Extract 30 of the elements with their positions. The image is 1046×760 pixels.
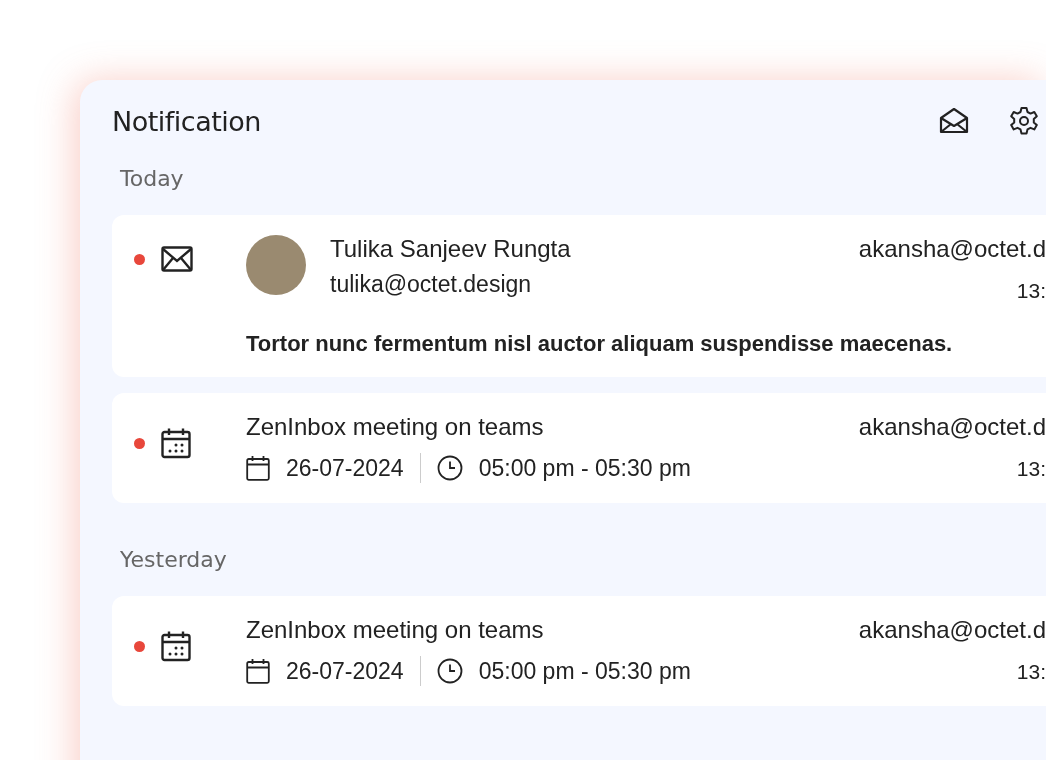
recipient-email: akansha@octet.d xyxy=(858,235,1046,263)
notification-time: 13: xyxy=(1016,660,1046,684)
meeting-time: 05:00 pm - 05:30 pm xyxy=(478,657,691,685)
notification-card[interactable]: Tulika Sanjeev Rungta tulika@octet.design akansha@octet.d 13: Tortor nunc fermentum nisl auctor aliquam suspendisse maecenas. xyxy=(112,215,1046,377)
meeting-title: ZenInbox meeting on teams xyxy=(246,413,545,441)
notification-card[interactable]: ZenInbox meeting on teams 26-07-2024 05:00 pm - 05:30 pm akansha@octet.d 13: xyxy=(112,596,1046,706)
calendar-icon xyxy=(246,658,270,684)
notification-card[interactable]: ZenInbox meeting on teams 26-07-2024 05:00 pm - 05:30 pm akansha@octet.d 13: xyxy=(112,393,1046,503)
envelope-icon xyxy=(161,246,193,272)
avatar xyxy=(246,235,306,295)
clock-icon xyxy=(436,658,463,684)
section-heading: Yesterday xyxy=(119,546,228,574)
calendar-icon xyxy=(161,630,191,662)
meeting-time: 05:00 pm - 05:30 pm xyxy=(478,454,691,482)
panel-title: Notification xyxy=(112,105,261,137)
recipient-email: akansha@octet.d xyxy=(858,413,1046,441)
message-text: Tortor nunc fermentum nisl auctor aliquam suspendisse maecenas. xyxy=(246,331,954,357)
recipient-email: akansha@octet.d xyxy=(858,616,1046,644)
notification-time: 13: xyxy=(1016,279,1046,303)
meeting-date: 26-07-2024 xyxy=(286,657,404,685)
sender-email: tulika@octet.design xyxy=(330,271,533,298)
settings-icon[interactable] xyxy=(1008,105,1040,137)
calendar-icon xyxy=(246,455,270,481)
calendar-icon xyxy=(161,427,191,459)
meeting-title: ZenInbox meeting on teams xyxy=(246,616,545,644)
clock-icon xyxy=(436,455,463,481)
section-heading: Today xyxy=(119,165,185,193)
meeting-date: 26-07-2024 xyxy=(286,454,404,482)
notification-time: 13: xyxy=(1016,457,1046,481)
sender-name: Tulika Sanjeev Rungta xyxy=(330,235,572,263)
